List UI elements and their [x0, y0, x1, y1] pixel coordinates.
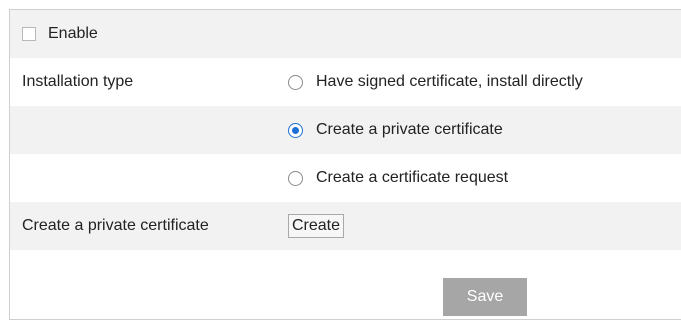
save-button[interactable]: Save [443, 278, 527, 316]
radio-request-label: Create a certificate request [316, 169, 509, 186]
radio-certificate-request[interactable] [288, 170, 303, 186]
enable-label: Enable [48, 25, 98, 42]
installation-type-label: Installation type [22, 73, 134, 90]
radio-private-certificate[interactable] [288, 122, 303, 138]
create-private-row: Create a private certificate Create [10, 202, 681, 250]
create-button[interactable]: Create [288, 214, 345, 238]
radio-signed-certificate[interactable] [288, 74, 303, 90]
enable-row: Enable [10, 10, 681, 58]
https-settings-panel: Enable Installation type Have signed cer… [9, 9, 681, 320]
enable-checkbox[interactable] [22, 27, 36, 41]
radio-option-private[interactable]: Create a private certificate [288, 106, 503, 154]
radio-option-request[interactable]: Create a certificate request [288, 154, 508, 202]
radio-option-signed[interactable]: Have signed certificate, install directl… [288, 58, 583, 106]
request-option-row: Create a certificate request [10, 154, 681, 202]
create-private-label: Create a private certificate [22, 217, 209, 234]
private-option-row: Create a private certificate [10, 106, 681, 154]
radio-private-label: Create a private certificate [316, 121, 503, 138]
radio-signed-label: Have signed certificate, install directl… [316, 73, 583, 90]
installation-type-row: Installation type Have signed certificat… [10, 58, 681, 106]
